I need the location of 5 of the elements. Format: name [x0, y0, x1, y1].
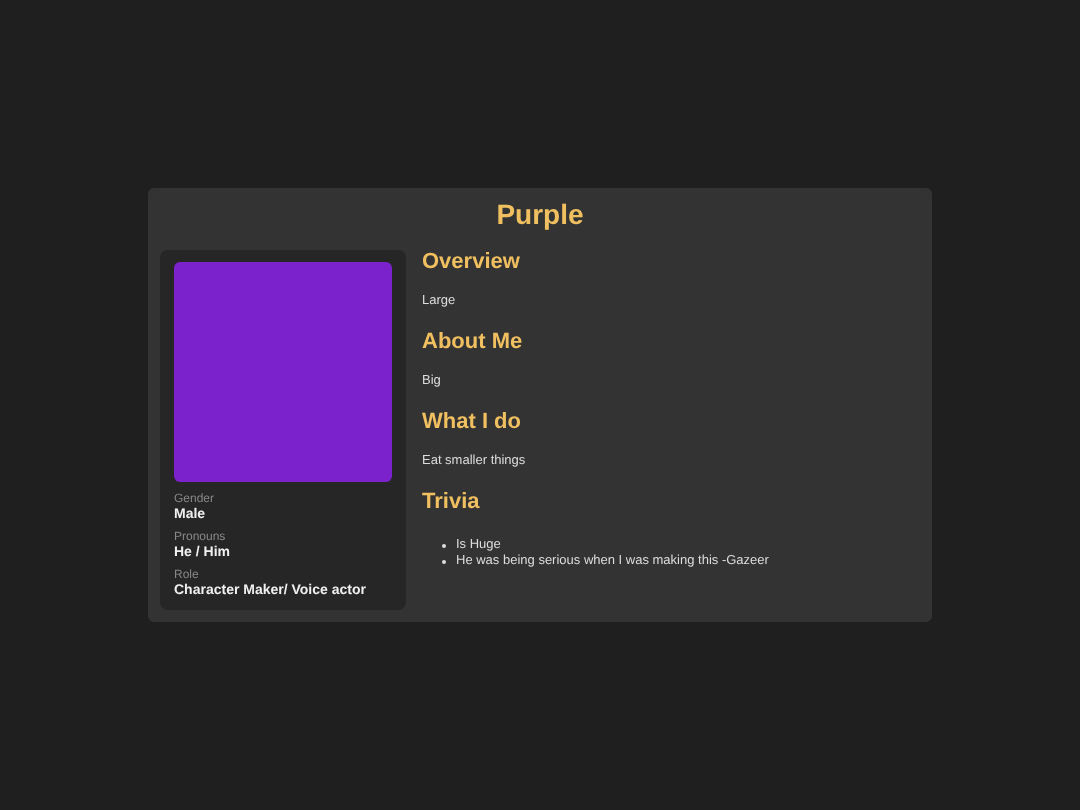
section-heading: About Me [422, 330, 525, 354]
section-heading: What I do [422, 410, 523, 434]
page-title: Purple [494, 200, 586, 234]
section-heading: Overview [422, 250, 522, 274]
section-heading: Trivia [422, 490, 482, 514]
